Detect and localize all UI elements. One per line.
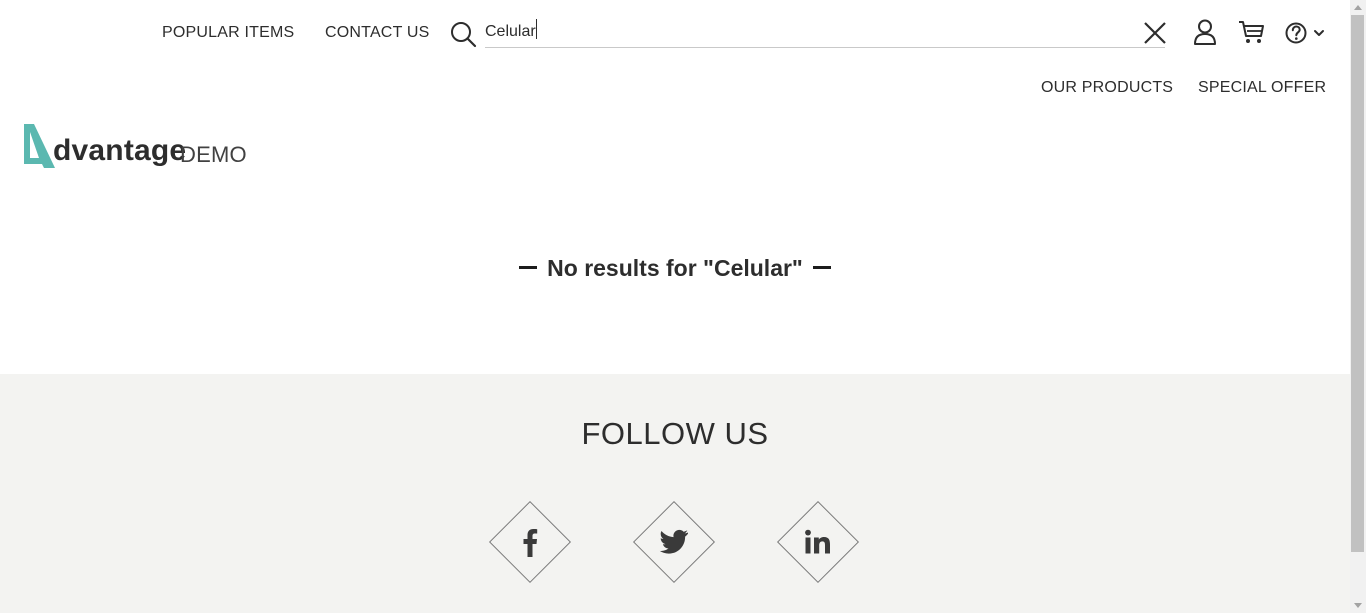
search-input[interactable] (485, 17, 1165, 48)
scrollbar-thumb[interactable] (1351, 15, 1364, 552)
nav-contact-us[interactable]: CONTACT US (325, 24, 430, 42)
nav-our-products[interactable]: OUR PRODUCTS (1041, 79, 1173, 97)
footer: FOLLOW US (0, 374, 1350, 613)
logo-suffix: DEMO (180, 142, 247, 167)
twitter-link[interactable] (632, 500, 717, 585)
dash-left (519, 266, 538, 270)
user-icon[interactable] (1192, 18, 1218, 46)
linkedin-link[interactable] (776, 500, 861, 585)
nav-popular-items[interactable]: POPULAR ITEMS (162, 24, 294, 42)
help-icon[interactable] (1285, 20, 1327, 46)
search-icon[interactable] (449, 20, 477, 48)
dash-right (812, 266, 831, 270)
cart-icon[interactable] (1237, 18, 1265, 46)
no-results-text: No results for "Celular" (547, 255, 803, 281)
text-caret (536, 19, 537, 39)
twitter-icon (633, 501, 715, 583)
linkedin-icon (777, 501, 859, 583)
page: POPULAR ITEMS CONTACT US OUR PRODUCTS SP… (0, 0, 1350, 613)
no-results-message: No results for "Celular" (0, 255, 1350, 282)
scroll-down-arrow-icon[interactable] (1350, 598, 1366, 613)
scroll-up-arrow-icon[interactable] (1350, 0, 1366, 15)
follow-us-title: FOLLOW US (581, 416, 769, 451)
facebook-icon (489, 501, 571, 583)
nav-special-offer[interactable]: SPECIAL OFFER (1198, 79, 1326, 97)
logo-word: dvantage (53, 134, 187, 167)
facebook-link[interactable] (488, 500, 573, 585)
close-icon[interactable] (1142, 20, 1168, 46)
